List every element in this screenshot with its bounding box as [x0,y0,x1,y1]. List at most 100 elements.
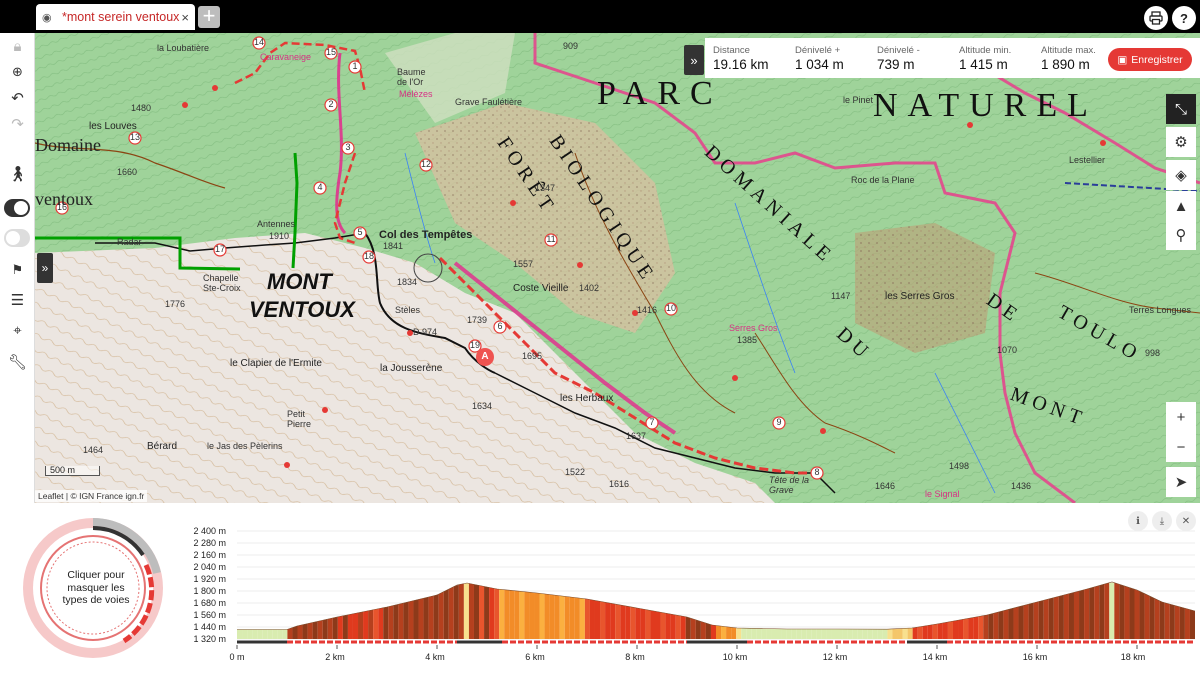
profile-slice [1154,598,1160,639]
waypoint-17[interactable]: 17 [215,244,225,254]
x-tick: 2 km [325,652,345,662]
collapse-icon[interactable]: ⤡ [1166,94,1196,124]
profile-slice [463,583,469,639]
profile-slice [277,629,283,639]
map-view[interactable]: PARC NATUREL FORÊT BIOLOGIQUE DOMANIALE … [35,33,1200,503]
close-icon[interactable]: ✕ [1176,511,1196,531]
wrench-icon[interactable]: 🔧︎ [0,349,35,375]
layers-icon[interactable]: ◈ [1166,160,1196,190]
waypoint-1[interactable]: 1 [350,61,360,71]
label-roc-plane: Roc de la Plane [851,175,915,185]
profile-slice [584,598,590,639]
alt-1347: 1347 [535,183,556,193]
start-marker-a[interactable]: A [480,351,490,362]
label-caravaneige: Caravaneige [260,52,312,62]
profile-slice [539,593,545,639]
profile-slice [680,615,686,639]
profile-slice [1073,591,1080,639]
waypoint-11[interactable]: 11 [546,234,556,244]
profile-slice [1008,608,1014,639]
save-button[interactable]: ▣ Enregistrer [1108,48,1192,71]
profile-slice [716,625,722,639]
waypoint-8[interactable]: 8 [812,467,822,477]
profile-slice [816,629,822,639]
label-le-signal: le Signal [925,489,960,499]
expand-left-panel-button[interactable]: » [37,253,53,283]
waypoint-10[interactable]: 10 [666,303,676,313]
mountain-icon[interactable]: ▲ [1166,191,1196,221]
stat-loss-label: Dénivelé - [877,44,920,56]
eye-off-icon[interactable] [4,229,30,247]
profile-slice [322,619,328,639]
help-icon[interactable]: ? [1172,6,1196,30]
label-clapier: le Clapier de l'Ermite [230,358,322,369]
new-tab-button[interactable]: + [198,5,220,28]
person-pin-icon[interactable]: ⚲ [1166,220,1196,250]
profile-slice [569,596,575,639]
profile-slice [1079,589,1085,639]
tab-close-icon[interactable]: × [181,10,189,25]
toggle-switch[interactable] [4,199,30,217]
waypoint-5[interactable]: 5 [355,227,365,237]
x-tick: 10 km [722,652,748,662]
profile-slice [262,629,268,639]
expand-stats-button[interactable]: » [684,45,704,75]
zoom-out-button[interactable]: − [1166,432,1196,462]
waypoint-19[interactable]: 19 [470,340,480,350]
x-tick: 14 km [922,652,948,662]
layers-list-icon[interactable]: ☰ [0,287,35,313]
waypoint-7[interactable]: 7 [647,417,657,427]
undo-icon[interactable]: ↶ [0,85,35,111]
label-steles: Stèles [395,305,421,315]
profile-slice [731,627,737,639]
info-icon[interactable]: ℹ [1128,511,1148,531]
waypoint-18[interactable]: 18 [364,251,374,261]
profile-slice [751,628,757,639]
map-attribution[interactable]: Leaflet | © IGN France ign.fr [35,490,148,502]
waypoint-12[interactable]: 12 [421,159,431,169]
profile-slice [373,608,379,639]
zoom-icon[interactable]: ⊕ [0,59,35,85]
waypoint-4[interactable]: 4 [315,182,325,192]
tab-title: *mont serein ventoux [62,10,180,24]
y-tick: 1 920 m [193,574,226,584]
printer-icon[interactable] [1144,6,1168,30]
profile-slice [448,586,454,639]
walker-icon[interactable]: 🚶︎ [0,161,35,187]
lock-icon[interactable]: 🔒︎ [0,33,35,59]
profile-slice [700,621,706,639]
redo-icon[interactable]: ↷ [0,111,35,137]
profile-slice [726,626,732,639]
waypoint-13[interactable]: 13 [130,132,140,142]
tab-route[interactable]: ◉ *mont serein ventoux × [36,4,195,30]
profile-slice [554,595,560,639]
profile-slice [862,629,868,639]
zoom-in-button[interactable]: + [1166,402,1196,432]
pin-icon[interactable]: ⌖ [0,317,35,343]
download-icon[interactable]: ⤓ [1152,511,1172,531]
flag-icon[interactable]: ⚑ [0,257,35,283]
left-toolbar: 🔒︎ ⊕ ↶ ↷ 🚶︎ ⚑ ☰ ⌖ 🔧︎ [0,33,35,503]
locate-icon[interactable]: ➤ [1166,467,1196,497]
settings-icon[interactable]: ⚙ [1166,127,1196,157]
profile-slice [645,609,651,639]
profile-slice [937,622,943,639]
profile-slice [942,622,948,639]
waypoint-6[interactable]: 6 [495,321,505,331]
profile-slice [746,628,752,639]
profile-slice [756,628,762,639]
profile-slice [1129,587,1135,639]
label-berard: Bérard [147,441,178,452]
waypoint-15[interactable]: 15 [326,47,336,57]
waypoint-9[interactable]: 9 [774,417,784,427]
waypoint-3[interactable]: 3 [343,142,353,152]
alt-1634: 1634 [472,401,493,411]
waypoint-16[interactable]: 16 [57,202,67,212]
eye-icon[interactable]: ◉ [42,11,56,24]
profile-slice [655,611,661,639]
waypoint-14[interactable]: 14 [254,37,264,47]
waypoint-2[interactable]: 2 [326,99,336,109]
label-chapelle: Chapelle Ste-Croix [203,273,241,293]
profile-slice [640,608,646,639]
label-serres-gros: Serres Gros [729,323,778,333]
